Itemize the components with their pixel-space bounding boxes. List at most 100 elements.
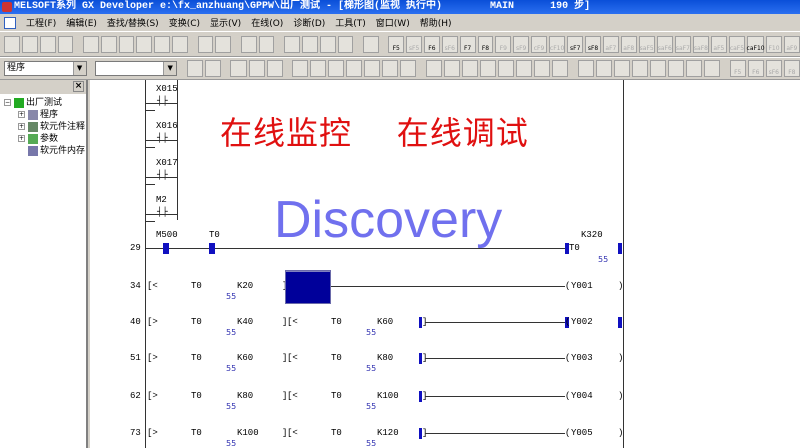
ladder-key-button[interactable]: F9: [495, 35, 512, 53]
toolbar-button[interactable]: [552, 60, 569, 77]
toolbar-button[interactable]: [100, 35, 117, 53]
toolbar-button[interactable]: [197, 35, 214, 53]
tree-item-program[interactable]: + 程序: [4, 109, 86, 121]
ladder-key-button[interactable]: saF5: [638, 35, 655, 53]
ladder-key-button[interactable]: saF7: [674, 35, 691, 53]
toolbar-button[interactable]: [248, 60, 265, 77]
toolbar-button[interactable]: [284, 35, 300, 53]
menu-item[interactable]: 帮助(H): [420, 16, 452, 29]
expand-icon[interactable]: +: [18, 135, 25, 142]
ladder-key-button[interactable]: sF8: [585, 35, 601, 53]
toolbar-button[interactable]: [613, 60, 630, 77]
menu-item[interactable]: 诊断(D): [293, 16, 325, 29]
tree-item-comment[interactable]: + 软元件注释: [4, 121, 86, 133]
toolbar-button[interactable]: [215, 35, 232, 53]
toolbar-button[interactable]: [240, 35, 257, 53]
toolbar-button[interactable]: [328, 60, 345, 77]
ladder-key-button[interactable]: F8: [783, 60, 800, 77]
toolbar-button[interactable]: [204, 60, 221, 77]
toolbar-button[interactable]: [426, 60, 443, 77]
toolbar-button[interactable]: [346, 60, 363, 77]
expand-icon[interactable]: +: [18, 111, 25, 118]
menu-item[interactable]: 变换(C): [169, 16, 200, 29]
toolbar-button[interactable]: [310, 60, 327, 77]
ladder-key-button[interactable]: F5: [729, 60, 746, 77]
toolbar-button[interactable]: [595, 60, 612, 77]
ladder-key-button[interactable]: F5: [388, 35, 405, 53]
toolbar-button[interactable]: [118, 35, 135, 53]
ladder-key-button[interactable]: F6: [747, 60, 764, 77]
ladder-key-button[interactable]: saF8: [692, 35, 709, 53]
ladder-key-button[interactable]: cF10: [548, 35, 566, 53]
toolbar-button[interactable]: [400, 60, 417, 77]
rung-wire: [145, 184, 155, 185]
toolbar-button[interactable]: [649, 60, 667, 77]
toolbar-button[interactable]: [39, 35, 56, 53]
ladder-key-button[interactable]: sF9: [513, 35, 530, 53]
toolbar-button[interactable]: [534, 60, 551, 77]
menu-item[interactable]: 工具(T): [335, 16, 366, 29]
toolbar-button[interactable]: [704, 60, 721, 77]
toolbar-button[interactable]: [362, 35, 379, 53]
expand-icon[interactable]: +: [18, 123, 25, 130]
toolbar-button[interactable]: [21, 35, 38, 53]
ladder-key-button[interactable]: aF5: [710, 35, 727, 53]
close-icon[interactable]: ×: [73, 81, 84, 92]
toolbar-button[interactable]: [462, 60, 479, 77]
ladder-key-button[interactable]: saF6: [656, 35, 673, 53]
toolbar-button[interactable]: [136, 35, 153, 53]
toolbar-button[interactable]: [258, 35, 275, 53]
ladder-key-button[interactable]: F10: [766, 35, 782, 53]
ladder-key-button[interactable]: sF6: [765, 60, 782, 77]
tree-root[interactable]: − 出厂测试: [4, 97, 86, 109]
toolbar-button[interactable]: [444, 60, 461, 77]
tree-item-params[interactable]: + 参数: [4, 133, 86, 145]
ladder-key-button[interactable]: sF6: [441, 35, 458, 53]
ladder-key-button[interactable]: aF9: [783, 35, 800, 53]
ladder-editor[interactable]: 在线监控 在线调试 Discovery X015 ┤├ X016 ┤├ X017 ┤├ M2…: [90, 80, 800, 448]
toolbar-button[interactable]: [337, 35, 354, 53]
tree-item-memory[interactable]: 软元件内存: [4, 145, 86, 157]
ladder-key-button[interactable]: caF5: [728, 35, 746, 53]
menu-item[interactable]: 显示(V): [210, 16, 241, 29]
toolbar-button[interactable]: [57, 35, 74, 53]
toolbar-button[interactable]: [498, 60, 515, 77]
toolbar-button[interactable]: [668, 60, 685, 77]
ladder-key-button[interactable]: aF7: [602, 35, 619, 53]
toolbar-button[interactable]: [480, 60, 497, 77]
ladder-key-button[interactable]: caF10: [747, 35, 765, 53]
toolbar-button[interactable]: [82, 35, 99, 53]
program-select[interactable]: 程序 ▼: [4, 61, 87, 76]
ladder-key-button[interactable]: sF5: [406, 35, 422, 53]
toolbar-button[interactable]: [301, 35, 318, 53]
ladder-key-button[interactable]: F8: [477, 35, 494, 53]
menu-item[interactable]: 工程(F): [26, 16, 56, 29]
toolbar-button[interactable]: [172, 35, 188, 53]
collapse-icon[interactable]: −: [4, 99, 11, 106]
toolbar-button[interactable]: [382, 60, 399, 77]
toolbar-button[interactable]: [516, 60, 533, 77]
toolbar-button[interactable]: [266, 60, 283, 77]
menu-item[interactable]: 编辑(E): [66, 16, 97, 29]
toolbar-button[interactable]: [631, 60, 648, 77]
toolbar-button[interactable]: [364, 60, 381, 77]
toolbar-button[interactable]: [154, 35, 171, 53]
ladder-key-button[interactable]: F7: [459, 35, 476, 53]
contact-t0-nc[interactable]: [209, 243, 215, 254]
ladder-key-button[interactable]: aF8: [620, 35, 637, 53]
toolbar-button[interactable]: [686, 60, 703, 77]
contact-m500-active[interactable]: [163, 243, 169, 254]
block-select[interactable]: ▼: [94, 61, 178, 76]
toolbar-button[interactable]: [319, 35, 336, 53]
toolbar-button[interactable]: [292, 60, 309, 77]
toolbar-button[interactable]: [230, 60, 247, 77]
menu-item[interactable]: 窗口(W): [376, 16, 410, 29]
ladder-key-button[interactable]: sF7: [567, 35, 584, 53]
menu-item[interactable]: 在线(O): [251, 16, 283, 29]
toolbar-button[interactable]: [577, 60, 594, 77]
ladder-key-button[interactable]: cF9: [531, 35, 547, 53]
ladder-key-button[interactable]: F6: [424, 35, 440, 53]
menu-item[interactable]: 查找/替换(S): [107, 16, 159, 29]
toolbar-button[interactable]: [4, 35, 20, 53]
toolbar-button[interactable]: [186, 60, 203, 77]
